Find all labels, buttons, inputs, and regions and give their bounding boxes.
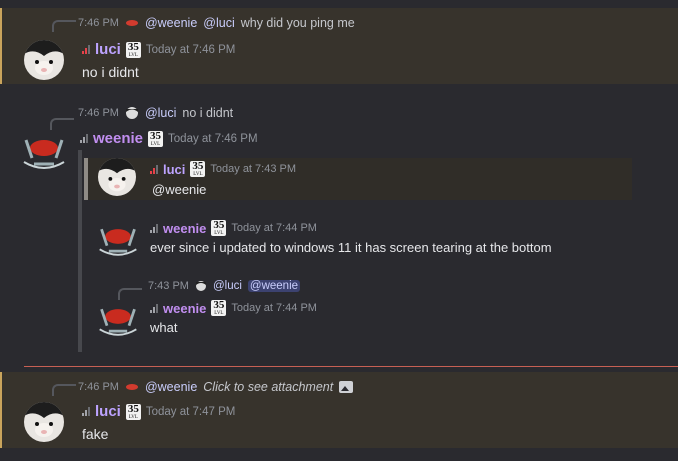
message-body: what bbox=[150, 320, 178, 335]
message-timestamp: Today at 7:44 PM bbox=[231, 302, 317, 314]
level-badge: 35 LVL bbox=[148, 129, 164, 147]
level-badge: 35 LVL bbox=[125, 40, 141, 58]
quote-author: luci bbox=[163, 161, 186, 177]
quote-timestamp: Today at 7:43 PM bbox=[210, 163, 297, 175]
author-name[interactable]: luci bbox=[95, 41, 121, 58]
reply-author: @weenie bbox=[144, 16, 198, 30]
message-luci-1: 7:46 PM @weenie @luci why did you ping m… bbox=[0, 8, 678, 84]
author-row: weenie 35 LVL Today at 7:46 PM bbox=[80, 130, 258, 147]
author-name[interactable]: luci bbox=[95, 403, 121, 420]
reply-mention: @luci bbox=[203, 16, 235, 30]
new-messages-divider bbox=[24, 366, 678, 367]
author-row: weenie 35 LVL Today at 7:44 PM bbox=[150, 220, 317, 236]
reply-preview[interactable]: 7:46 PM @luci no i didnt bbox=[78, 106, 233, 120]
reply-connector bbox=[52, 384, 76, 396]
message-body: fake bbox=[82, 426, 109, 442]
reply-preview[interactable]: 7:43 PM @luci @weenie bbox=[148, 280, 301, 292]
reply-text: no i didnt bbox=[182, 106, 234, 120]
level-badge: 35 LVL bbox=[211, 219, 227, 236]
avatar-weenie[interactable] bbox=[20, 134, 68, 174]
author-row: weenie 35 LVL Today at 7:44 PM bbox=[150, 300, 317, 316]
luci-mini-avatar bbox=[195, 281, 206, 291]
author-name[interactable]: weenie bbox=[163, 301, 206, 316]
signal-icon bbox=[150, 164, 158, 174]
reply-connector bbox=[118, 288, 142, 300]
signal-icon bbox=[150, 223, 158, 233]
message-timestamp: Today at 7:46 PM bbox=[145, 43, 236, 56]
author-row: luci 35 LVL Today at 7:47 PM bbox=[82, 403, 235, 420]
avatar-luci bbox=[98, 158, 136, 196]
author-name[interactable]: weenie bbox=[163, 221, 206, 236]
signal-icon bbox=[82, 45, 90, 54]
message-body: no i didnt bbox=[82, 64, 139, 80]
avatar-luci[interactable] bbox=[24, 402, 64, 442]
luci-mini-avatar bbox=[125, 107, 138, 119]
reply-author: @luci bbox=[212, 280, 242, 292]
author-name[interactable]: weenie bbox=[93, 130, 143, 147]
avatar-weenie bbox=[96, 222, 140, 262]
avatar-luci[interactable] bbox=[24, 40, 64, 80]
reply-time: 7:46 PM bbox=[78, 107, 119, 119]
image-icon bbox=[339, 381, 354, 393]
signal-icon bbox=[80, 134, 88, 143]
reply-author: @luci bbox=[144, 106, 177, 120]
level-badge: 35 LVL bbox=[125, 402, 141, 420]
avatar-weenie bbox=[96, 302, 140, 342]
reply-connector bbox=[50, 118, 74, 130]
level-badge: 35 LVL bbox=[190, 160, 206, 177]
message-timestamp: Today at 7:44 PM bbox=[231, 222, 317, 234]
reply-mention: @weenie bbox=[247, 280, 301, 292]
reply-attachment-text: Click to see attachment bbox=[203, 380, 334, 394]
quote-body: @weenie bbox=[152, 182, 207, 197]
author-row: luci 35 LVL Today at 7:46 PM bbox=[82, 41, 235, 58]
reply-time: 7:46 PM bbox=[78, 17, 119, 29]
reply-preview[interactable]: 7:46 PM @weenie @luci why did you ping m… bbox=[78, 16, 355, 30]
embed-bar bbox=[78, 150, 82, 352]
weenie-mini-avatar bbox=[125, 384, 138, 390]
message-luci-2: 7:46 PM @weenie Click to see attachment … bbox=[0, 372, 678, 448]
reply-time: 7:43 PM bbox=[148, 280, 189, 292]
quote-author-row: luci 35 LVL Today at 7:43 PM bbox=[150, 161, 296, 177]
reply-connector bbox=[52, 20, 76, 32]
signal-icon bbox=[82, 407, 90, 416]
reply-preview[interactable]: 7:46 PM @weenie Click to see attachment bbox=[78, 380, 354, 394]
message-timestamp: Today at 7:47 PM bbox=[145, 405, 236, 418]
reply-time: 7:46 PM bbox=[78, 381, 119, 393]
message-body: ever since i updated to windows 11 it ha… bbox=[150, 240, 552, 255]
reply-text: why did you ping me bbox=[240, 16, 355, 30]
weenie-mini-avatar bbox=[125, 20, 138, 26]
message-timestamp: Today at 7:46 PM bbox=[168, 132, 258, 145]
signal-icon bbox=[150, 303, 158, 313]
reply-author: @weenie bbox=[144, 380, 198, 394]
level-badge: 35 LVL bbox=[211, 299, 227, 316]
